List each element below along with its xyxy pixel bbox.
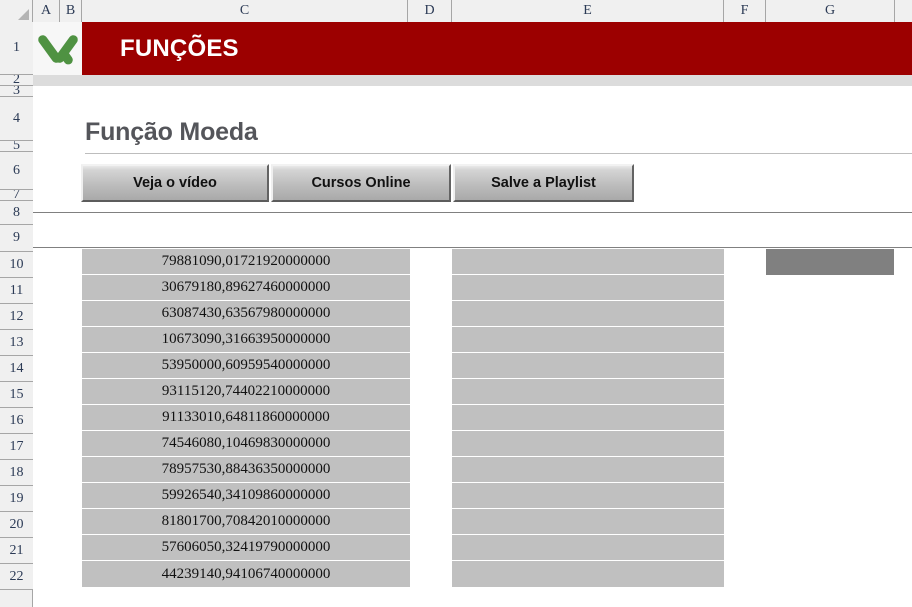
green-x-logo-icon xyxy=(35,32,80,66)
row-header-9[interactable]: 9 xyxy=(0,225,33,252)
row-header-21[interactable]: 21 xyxy=(0,538,33,564)
column-header-partial[interactable] xyxy=(895,0,912,22)
sheet-canvas[interactable]: FUNÇÕES Função Moeda Veja o vídeo Cursos… xyxy=(33,22,912,607)
column-header-d[interactable]: D xyxy=(408,0,452,22)
row-header-18[interactable]: 18 xyxy=(0,460,33,486)
data-column-c[interactable]: 79881090,01721920000000 30679180,8962746… xyxy=(82,249,410,587)
action-button-row: Veja o vídeo Cursos Online Salve a Playl… xyxy=(81,164,634,202)
empty-data-cell[interactable] xyxy=(452,249,724,275)
title-banner: FUNÇÕES xyxy=(82,22,912,75)
row-header-22[interactable]: 22 xyxy=(0,564,33,590)
empty-data-cell[interactable] xyxy=(452,327,724,353)
banner-title-text: FUNÇÕES xyxy=(120,34,239,62)
row-header-11[interactable]: 11 xyxy=(0,278,33,304)
select-all-triangle-icon xyxy=(18,9,29,20)
data-cell[interactable]: 10673090,31663950000000 xyxy=(82,327,410,353)
empty-data-cell[interactable] xyxy=(452,353,724,379)
row-header-4[interactable]: 4 xyxy=(0,97,33,141)
data-column-e[interactable] xyxy=(452,249,724,587)
highlighted-cell-g9[interactable] xyxy=(766,249,894,275)
column-header-strip: A B C D E F G xyxy=(0,0,912,22)
empty-data-cell[interactable] xyxy=(452,431,724,457)
row-header-12[interactable]: 12 xyxy=(0,304,33,330)
row-header-20[interactable]: 20 xyxy=(0,512,33,538)
row-header-2[interactable]: 2 xyxy=(0,75,33,86)
column-header-a[interactable]: A xyxy=(33,0,60,22)
divider-rule-under-buttons xyxy=(33,212,912,213)
data-cell[interactable]: 63087430,63567980000000 xyxy=(82,301,410,327)
select-all-corner[interactable] xyxy=(0,0,33,22)
row-header-1[interactable]: 1 xyxy=(0,22,33,75)
page-title: Função Moeda xyxy=(85,118,258,146)
row-header-15[interactable]: 15 xyxy=(0,382,33,408)
empty-data-cell[interactable] xyxy=(452,379,724,405)
data-cell[interactable]: 59926540,34109860000000 xyxy=(82,483,410,509)
spreadsheet-app: A B C D E F G 1 2 3 4 5 6 7 8 9 10 11 12… xyxy=(0,0,912,607)
cursos-online-button[interactable]: Cursos Online xyxy=(271,164,451,202)
column-header-c[interactable]: C xyxy=(82,0,408,22)
data-cell[interactable]: 93115120,74402210000000 xyxy=(82,379,410,405)
salve-a-playlist-button[interactable]: Salve a Playlist xyxy=(453,164,634,202)
data-cell[interactable]: 91133010,64811860000000 xyxy=(82,405,410,431)
empty-data-cell[interactable] xyxy=(452,301,724,327)
data-cell[interactable]: 30679180,89627460000000 xyxy=(82,275,410,301)
row-header-17[interactable]: 17 xyxy=(0,434,33,460)
data-cell[interactable]: 78957530,88436350000000 xyxy=(82,457,410,483)
data-cell[interactable]: 53950000,60959540000000 xyxy=(82,353,410,379)
row-header-8[interactable]: 8 xyxy=(0,201,33,225)
divider-rule-row8 xyxy=(33,247,912,248)
column-header-f[interactable]: F xyxy=(724,0,766,22)
empty-data-cell[interactable] xyxy=(452,275,724,301)
empty-data-cell[interactable] xyxy=(452,509,724,535)
logo-cell xyxy=(33,22,82,75)
data-cell[interactable]: 44239140,94106740000000 xyxy=(82,561,410,587)
data-cell[interactable]: 74546080,10469830000000 xyxy=(82,431,410,457)
row2-shaded-band xyxy=(33,75,912,86)
empty-data-cell[interactable] xyxy=(452,483,724,509)
empty-data-cell[interactable] xyxy=(452,535,724,561)
data-cell[interactable]: 81801700,70842010000000 xyxy=(82,509,410,535)
row-header-5[interactable]: 5 xyxy=(0,141,33,152)
column-header-g[interactable]: G xyxy=(766,0,895,22)
column-header-b[interactable]: B xyxy=(60,0,82,22)
row-header-19[interactable]: 19 xyxy=(0,486,33,512)
row-header-7[interactable]: 7 xyxy=(0,190,33,201)
empty-data-cell[interactable] xyxy=(452,405,724,431)
data-cell[interactable]: 57606050,32419790000000 xyxy=(82,535,410,561)
data-cell[interactable]: 79881090,01721920000000 xyxy=(82,249,410,275)
row-header-10[interactable]: 10 xyxy=(0,252,33,278)
veja-o-video-button[interactable]: Veja o vídeo xyxy=(81,164,269,202)
column-header-e[interactable]: E xyxy=(452,0,724,22)
row-header-16[interactable]: 16 xyxy=(0,408,33,434)
row-header-strip: 1 2 3 4 5 6 7 8 9 10 11 12 13 14 15 16 1… xyxy=(0,22,33,607)
row-header-6[interactable]: 6 xyxy=(0,152,33,190)
title-underline-rule xyxy=(85,153,912,154)
empty-data-cell[interactable] xyxy=(452,457,724,483)
row-header-14[interactable]: 14 xyxy=(0,356,33,382)
row-header-3[interactable]: 3 xyxy=(0,86,33,97)
empty-data-cell[interactable] xyxy=(452,561,724,587)
row-header-13[interactable]: 13 xyxy=(0,330,33,356)
